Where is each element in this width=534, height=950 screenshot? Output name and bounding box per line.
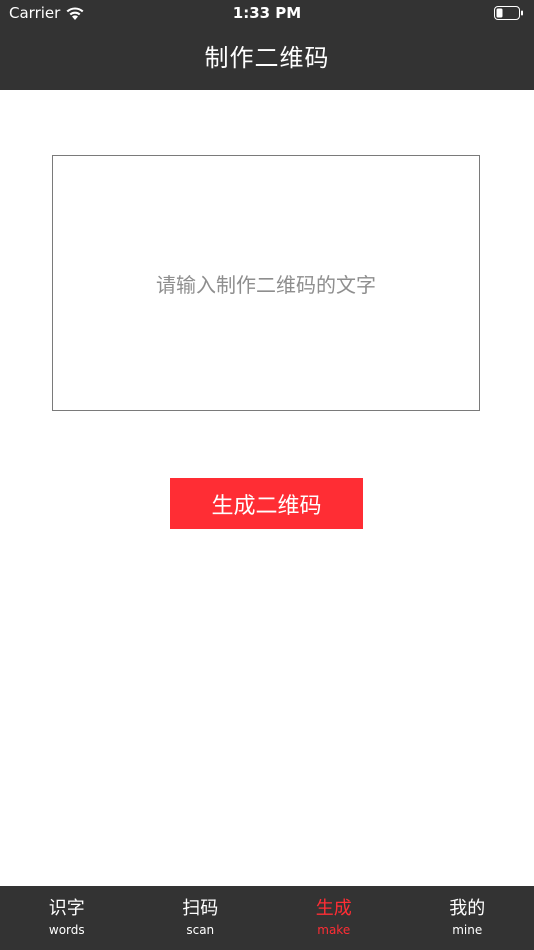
status-bar: Carrier 1:33 PM [0, 0, 534, 28]
tab-mine-label: 我的 [449, 898, 486, 919]
tab-make-label: 生成 [315, 898, 352, 919]
top-bar: Carrier 1:33 PM 制作二维码 [0, 0, 534, 90]
status-time: 1:33 PM [232, 4, 302, 22]
tab-words[interactable]: 识字 words [0, 886, 134, 950]
tab-mine-sublabel: mine [452, 923, 483, 937]
tab-words-sublabel: words [48, 923, 85, 937]
generate-qr-button[interactable]: 生成二维码 [170, 478, 363, 529]
tab-scan[interactable]: 扫码 scan [134, 886, 268, 950]
page-title: 制作二维码 [204, 44, 330, 72]
tab-make[interactable]: 生成 make [267, 886, 401, 950]
tab-mine[interactable]: 我的 mine [401, 886, 534, 950]
tab-scan-sublabel: scan [186, 923, 215, 937]
tab-make-sublabel: make [317, 923, 351, 937]
qr-text-input[interactable]: 请输入制作二维码的文字 [52, 155, 480, 411]
tab-bar: 识字 words 扫码 scan 生成 make 我的 mine [0, 886, 534, 950]
battery-icon [494, 6, 523, 20]
screen: Carrier 1:33 PM 制作二维码 请输入制作二维码的文字 生成二维码 … [0, 0, 534, 950]
tab-scan-label: 扫码 [182, 898, 219, 919]
tab-words-label: 识字 [48, 898, 85, 919]
qr-text-placeholder: 请输入制作二维码的文字 [156, 272, 376, 297]
